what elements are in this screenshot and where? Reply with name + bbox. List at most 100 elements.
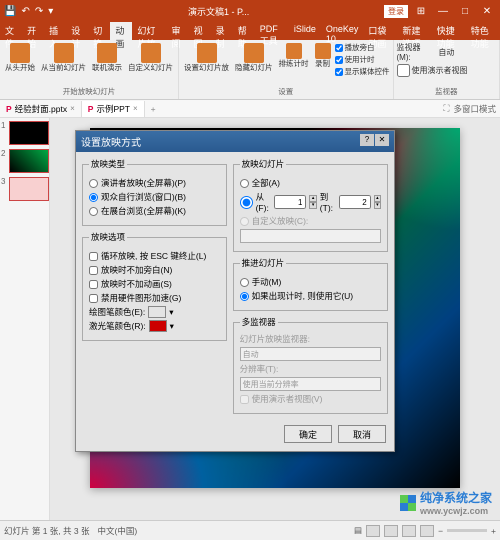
record-button[interactable]: 录制 [313, 42, 333, 77]
spin-up-icon[interactable]: ▴ [374, 195, 381, 202]
ribbon-opts-icon[interactable]: ⊞ [412, 6, 430, 17]
radio-timings[interactable]: 如果出现计时, 则使用它(U) [240, 290, 381, 302]
spin-down-icon[interactable]: ▾ [374, 202, 381, 209]
menu-5[interactable]: 动画 [110, 22, 132, 40]
narration-check[interactable]: 播放旁白 [335, 42, 390, 53]
menu-11[interactable]: PDF工具 [255, 22, 289, 40]
zoom-out-icon[interactable]: − [438, 526, 443, 536]
radio-kiosk[interactable]: 在展台浏览(全屏幕)(K) [89, 205, 220, 217]
pen-color-picker[interactable] [148, 306, 166, 318]
multi-window-button[interactable]: 多窗口模式 [453, 103, 496, 115]
slide-thumb-3[interactable] [9, 177, 49, 201]
no-animation-check[interactable]: 放映时不加动画(S) [89, 278, 220, 290]
show-type-group: 放映类型 演讲者放映(全屏幕)(P) 观众自行浏览(窗口)(B) 在展台浏览(全… [82, 158, 227, 226]
menu-8[interactable]: 视图 [189, 22, 211, 40]
presenter-view-dlg-check[interactable]: 使用演示者视图(V) [240, 393, 381, 405]
undo-icon[interactable]: ↶ [21, 6, 29, 17]
dialog-title: 设置放映方式 [81, 134, 141, 149]
no-narration-check[interactable]: 放映时不加旁白(N) [89, 264, 220, 276]
spin-down-icon[interactable]: ▾ [309, 202, 316, 209]
file-tab-0[interactable]: P经验封面.pptx× [0, 101, 82, 117]
minimize-icon[interactable]: — [434, 6, 452, 17]
ok-button[interactable]: 确定 [284, 425, 332, 443]
loop-check[interactable]: 循环放映, 按 ESC 键终止(L) [89, 250, 220, 262]
group-start-label: 开始放映幻灯片 [3, 86, 175, 97]
menu-1[interactable]: 开始 [22, 22, 44, 40]
from-beginning-button[interactable]: 从头开始 [3, 42, 37, 73]
custom-show-select [240, 229, 381, 243]
from-spinner[interactable] [274, 195, 306, 209]
monitor-select[interactable]: 自动 [436, 46, 496, 59]
menu-14[interactable]: 口袋动画 [363, 22, 397, 40]
zoom-in-icon[interactable]: + [491, 526, 496, 536]
close-tab-icon[interactable]: × [70, 104, 75, 113]
monitor-select-dlg: 自动 [240, 347, 381, 361]
slideshow-view-icon[interactable] [420, 525, 434, 537]
timing-check[interactable]: 使用计时 [335, 54, 390, 65]
maximize-icon[interactable]: □ [456, 6, 474, 17]
presenter-view-check[interactable]: 使用演示者视图 [397, 64, 497, 77]
menu-2[interactable]: 插入 [44, 22, 66, 40]
zoom-slider[interactable] [447, 529, 487, 532]
add-tab-icon[interactable]: + [145, 102, 162, 116]
radio-range-slides[interactable] [240, 196, 253, 209]
hide-slide-button[interactable]: 隐藏幻灯片 [233, 42, 275, 77]
dropdown-icon[interactable]: ▾ [170, 321, 174, 332]
menu-17[interactable]: 特色功能 [466, 22, 500, 40]
radio-browsed[interactable]: 观众自行浏览(窗口)(B) [89, 191, 220, 203]
radio-manual[interactable]: 手动(M) [240, 276, 381, 288]
menu-16[interactable]: 快捷功能 [432, 22, 466, 40]
radio-speaker[interactable]: 演讲者放映(全屏幕)(P) [89, 177, 220, 189]
spin-up-icon[interactable]: ▴ [309, 195, 316, 202]
resolution-select: 使用当前分辨率 [240, 377, 381, 391]
menu-3[interactable]: 设计 [66, 22, 88, 40]
media-check[interactable]: 显示媒体控件 [335, 66, 390, 77]
file-tab-1[interactable]: P示例PPT× [82, 101, 145, 117]
normal-view-icon[interactable] [366, 525, 380, 537]
slide-counter: 幻灯片 第 1 张, 共 3 张 [4, 525, 90, 537]
menu-15[interactable]: 新建选项 [398, 22, 432, 40]
advance-group: 推进幻灯片 手动(M) 如果出现计时, 则使用它(U) [233, 257, 388, 311]
redo-icon[interactable]: ↷ [35, 6, 43, 17]
close-icon[interactable]: ✕ [478, 6, 496, 17]
reading-view-icon[interactable] [402, 525, 416, 537]
watermark: 纯净系统之家 www.ycwjz.com [400, 489, 492, 516]
setup-show-button[interactable]: 设置幻灯片放 [182, 42, 231, 77]
menu-4[interactable]: 切换 [88, 22, 110, 40]
sorter-view-icon[interactable] [384, 525, 398, 537]
radio-custom-show[interactable]: 自定义放映(C): [240, 215, 381, 227]
monitor-label: 监视器(M): [397, 42, 435, 62]
rehearse-button[interactable]: 排练计时 [277, 42, 311, 77]
slide-thumb-2[interactable] [9, 149, 49, 173]
slide-thumb-1[interactable] [9, 121, 49, 145]
menu-6[interactable]: 幻灯片放 [132, 22, 166, 40]
dropdown-icon[interactable]: ▾ [169, 307, 173, 318]
save-icon[interactable]: 💾 [4, 6, 16, 17]
menu-0[interactable]: 文件 [0, 22, 22, 40]
cancel-button[interactable]: 取消 [338, 425, 386, 443]
from-current-button[interactable]: 从当前幻灯片 [39, 42, 88, 73]
menu-13[interactable]: OneKey 10 [321, 22, 364, 40]
menu-9[interactable]: 录制 [211, 22, 233, 40]
close-tab-icon[interactable]: × [133, 104, 138, 113]
disable-hw-check[interactable]: 禁用硬件图形加速(G) [89, 292, 220, 304]
menu-7[interactable]: 审阅 [167, 22, 189, 40]
group-monitor-label: 监视器 [397, 86, 497, 97]
laser-color-picker[interactable] [149, 320, 167, 332]
watermark-icon [400, 495, 416, 511]
radio-all-slides[interactable]: 全部(A) [240, 177, 381, 189]
notes-button[interactable]: ▤ [354, 525, 362, 536]
dialog-help-icon[interactable]: ? [360, 134, 374, 146]
setup-show-dialog: 设置放映方式 ?✕ 放映类型 演讲者放映(全屏幕)(P) 观众自行浏览(窗口)(… [75, 130, 395, 452]
menu-10[interactable]: 帮助 [233, 22, 255, 40]
fullscreen-icon[interactable]: ⛶ [444, 103, 450, 115]
window-title: 演示文稿1 - P... [53, 5, 384, 18]
online-present-button[interactable]: 联机演示 [90, 42, 124, 73]
to-spinner[interactable] [339, 195, 371, 209]
show-slides-group: 放映幻灯片 全部(A) 从(F): ▴▾ 到(T): ▴▾ 自定义放映(C): [233, 158, 388, 252]
menu-12[interactable]: iSlide [289, 22, 321, 40]
custom-show-button[interactable]: 自定义幻灯片 [126, 42, 175, 73]
dialog-close-icon[interactable]: ✕ [375, 134, 389, 146]
login-button[interactable]: 登录 [384, 5, 408, 18]
language-indicator[interactable]: 中文(中国) [98, 525, 138, 537]
